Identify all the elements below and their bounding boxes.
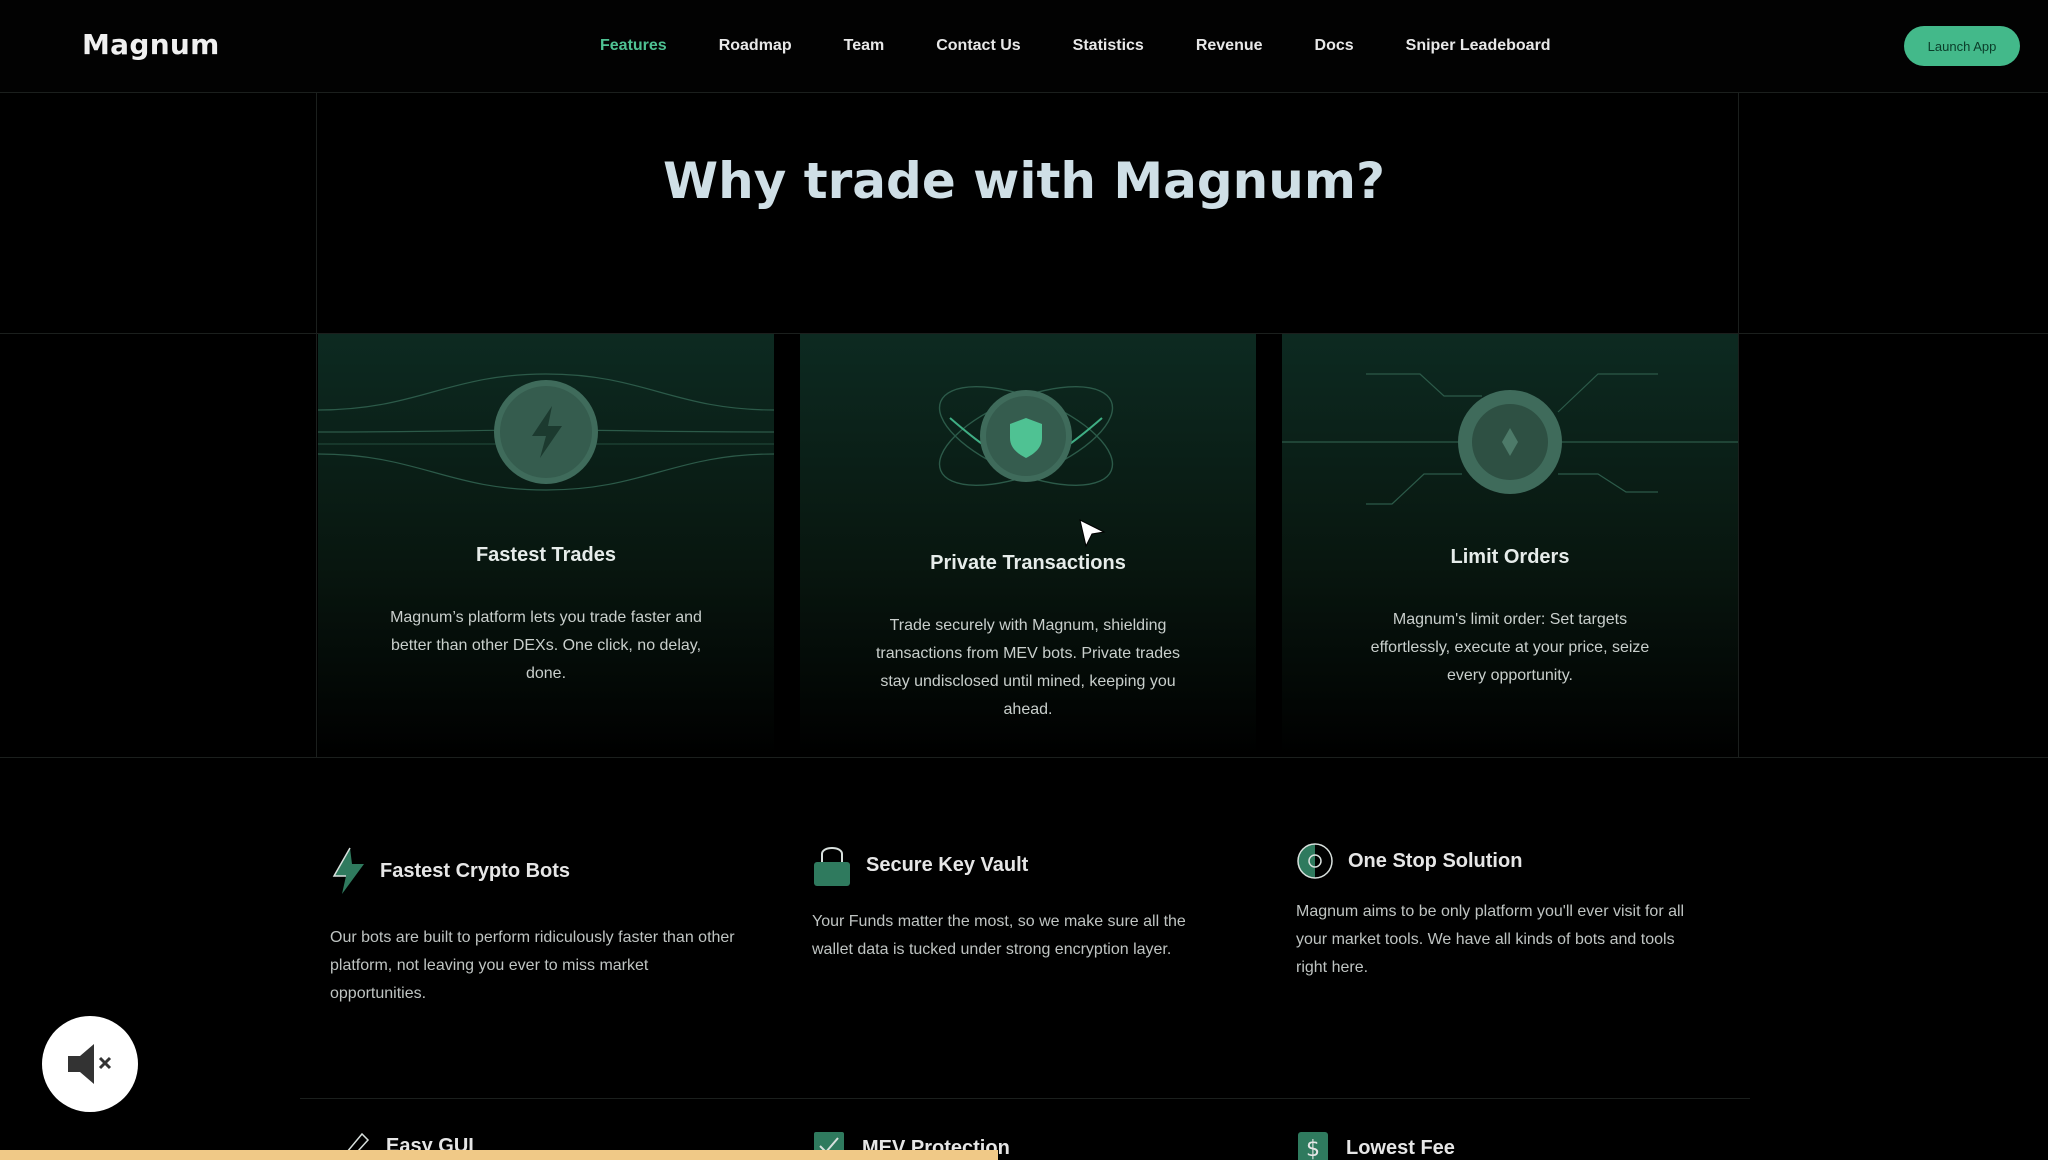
lightning-icon	[318, 373, 774, 491]
feature-one-stop-solution: One Stop Solution Magnum aims to be only…	[1296, 842, 1706, 982]
feature-card-limit-orders: Limit Orders Magnum's limit order: Set t…	[1282, 334, 1738, 756]
section-title: Why trade with Magnum?	[663, 152, 1385, 210]
feature-description: Our bots are built to perform ridiculous…	[330, 929, 735, 1002]
card-title: Fastest Trades	[475, 544, 617, 566]
nav-link-docs[interactable]: Docs	[1315, 37, 1354, 55]
feature-title: Secure Key Vault	[866, 853, 1029, 876]
feature-description: Magnum aims to be only platform you'll e…	[1296, 903, 1685, 976]
launch-app-button[interactable]: Launch App	[1904, 26, 2020, 66]
nav-link-statistics[interactable]: Statistics	[1073, 37, 1144, 55]
bolt-icon	[332, 847, 364, 894]
nav-link-roadmap[interactable]: Roadmap	[719, 37, 792, 55]
feature-description: Your Funds matter the most, so we make s…	[812, 913, 1186, 958]
card-title: Private Transactions	[930, 552, 1126, 574]
mute-icon	[68, 1044, 112, 1084]
svg-text:$: $	[1306, 1137, 1320, 1160]
brand-logo[interactable]: Magnum	[82, 28, 220, 61]
shield-icon	[938, 386, 1114, 486]
video-progress-bar[interactable]	[0, 1150, 998, 1160]
diamond-icon	[1282, 373, 1738, 505]
nav-link-revenue[interactable]: Revenue	[1196, 37, 1263, 55]
lock-icon	[814, 847, 850, 886]
feature-title: Lowest Fee	[1346, 1136, 1455, 1159]
card-description: Trade securely with Magnum, shielding tr…	[875, 617, 1181, 718]
nav-link-features[interactable]: Features	[600, 37, 667, 55]
feature-secure-key-vault: Secure Key Vault Your Funds matter the m…	[812, 842, 1222, 964]
card-title: Limit Orders	[1450, 546, 1570, 568]
feature-title: Fastest Crypto Bots	[380, 859, 571, 882]
dollar-icon: $	[1298, 1132, 1328, 1160]
divider	[300, 1098, 1750, 1099]
nav-link-team[interactable]: Team	[844, 37, 885, 55]
card-description: Magnum’s platform lets you trade faster …	[390, 609, 702, 682]
mute-toggle-button[interactable]	[42, 1016, 138, 1112]
feature-title: One Stop Solution	[1348, 849, 1523, 872]
nav-links: Features Roadmap Team Contact Us Statist…	[600, 37, 1551, 55]
mouse-cursor-icon	[1079, 519, 1106, 548]
feature-card-fastest-trades: Fastest Trades Magnum’s platform lets yo…	[318, 334, 774, 756]
feature-lowest-fee: $ Lowest Fee	[1296, 1130, 1706, 1160]
feature-fastest-crypto-bots: Fastest Crypto Bots Our bots are built t…	[330, 846, 740, 1008]
target-icon	[1297, 843, 1333, 879]
nav-link-contact[interactable]: Contact Us	[936, 37, 1020, 55]
feature-card-private-transactions: Private Transactions Trade securely with…	[800, 334, 1256, 756]
nav-link-sniper-leaderboard[interactable]: Sniper Leadeboard	[1406, 37, 1551, 55]
top-navbar: Magnum Features Roadmap Team Contact Us …	[0, 0, 2048, 93]
grid-line	[0, 757, 2048, 758]
card-description: Magnum's limit order: Set targets effort…	[1370, 611, 1650, 684]
